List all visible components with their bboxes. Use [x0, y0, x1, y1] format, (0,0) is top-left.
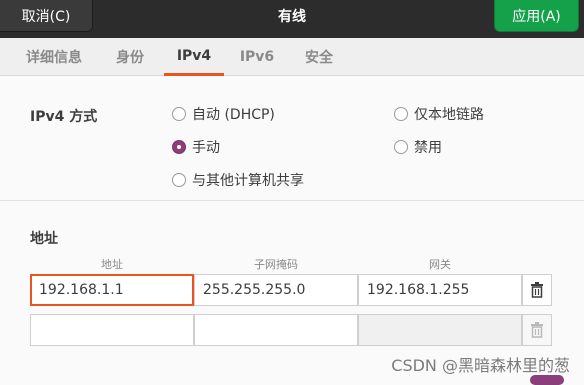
radio-manual[interactable]: 手动 — [172, 137, 220, 157]
radio-button-icon[interactable] — [172, 173, 186, 187]
column-header-netmask: 子网掩码 — [254, 258, 298, 271]
ipv4-method-label: IPv4 方式 — [30, 109, 98, 125]
netmask-input[interactable] — [194, 314, 358, 346]
tab-security[interactable]: 安全 — [292, 38, 346, 76]
radio-label: 禁用 — [414, 140, 442, 156]
section-divider — [0, 200, 584, 201]
radio-label: 与其他计算机共享 — [192, 173, 304, 189]
netmask-input[interactable]: 255.255.255.0 — [194, 274, 358, 306]
radio-button-icon[interactable] — [394, 140, 408, 154]
delete-row-button[interactable] — [522, 274, 552, 306]
radio-button-icon[interactable] — [394, 107, 408, 121]
tab-details[interactable]: 详细信息 — [14, 38, 94, 76]
address-input[interactable] — [30, 314, 194, 346]
header-bar: 取消(C) 有线 应用(A) — [0, 0, 584, 38]
radio-label: 手动 — [192, 140, 220, 156]
radio-label: 仅本地链路 — [414, 107, 484, 123]
toggle-switch-partial[interactable] — [530, 375, 564, 385]
radio-link-local[interactable]: 仅本地链路 — [394, 104, 484, 124]
radio-button-icon[interactable] — [172, 107, 186, 121]
tab-bar: 详细信息 身份 IPv4 IPv6 安全 — [0, 38, 584, 76]
tab-identity[interactable]: 身份 — [104, 38, 156, 76]
apply-button[interactable]: 应用(A) — [494, 0, 579, 32]
radio-label: 自动 (DHCP) — [192, 107, 275, 123]
tab-ipv4[interactable]: IPv4 — [164, 38, 224, 76]
radio-shared[interactable]: 与其他计算机共享 — [172, 170, 304, 190]
column-header-address: 地址 — [101, 258, 123, 271]
radio-disabled[interactable]: 禁用 — [394, 137, 442, 157]
radio-button-checked-icon[interactable] — [172, 140, 186, 154]
gateway-input[interactable]: 192.168.1.255 — [358, 274, 522, 306]
address-section-label: 地址 — [30, 231, 58, 247]
tab-ipv6[interactable]: IPv6 — [228, 38, 286, 76]
gateway-input[interactable] — [358, 314, 522, 346]
delete-row-button[interactable] — [522, 314, 552, 346]
address-input[interactable]: 192.168.1.1 — [30, 274, 194, 306]
column-header-gateway: 网关 — [429, 258, 451, 271]
watermark: CSDN @黑暗森林里的葱 — [391, 356, 570, 375]
trash-icon — [531, 322, 543, 338]
trash-icon — [531, 282, 543, 298]
radio-auto-dhcp[interactable]: 自动 (DHCP) — [172, 104, 275, 124]
